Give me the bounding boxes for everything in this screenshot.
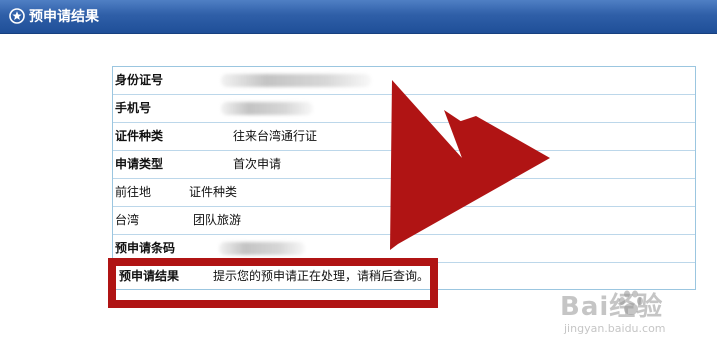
red-arrow-annotation <box>390 80 550 250</box>
destination-value: 证件种类 <box>189 185 238 199</box>
baidu-jingyan-watermark: Bai经验 jingyan.baidu.com <box>560 286 710 346</box>
travel-region-label: 台湾 <box>115 213 140 227</box>
application-type-label: 申请类型 <box>115 157 164 171</box>
watermark-brand: Bai经验 <box>560 292 664 322</box>
travel-type-value: 团队旅游 <box>193 213 242 227</box>
paw-icon <box>619 290 643 315</box>
title-bar: 预申请结果 <box>0 0 717 34</box>
phone-label: 手机号 <box>115 101 152 115</box>
star-circle-icon <box>9 8 25 24</box>
redacted-id-number <box>221 74 371 87</box>
window-title: 预申请结果 <box>29 9 99 25</box>
document-type-label: 证件种类 <box>115 129 164 143</box>
redacted-barcode <box>219 242 305 255</box>
destination-label: 前往地 <box>115 185 152 199</box>
result-highlight-box <box>108 258 438 308</box>
id-number-label: 身份证号 <box>115 73 164 87</box>
document-type-value: 往来台湾通行证 <box>233 129 318 143</box>
redacted-phone <box>221 102 313 115</box>
application-type-value: 首次申请 <box>233 157 282 171</box>
watermark-url: jingyan.baidu.com <box>564 322 666 335</box>
